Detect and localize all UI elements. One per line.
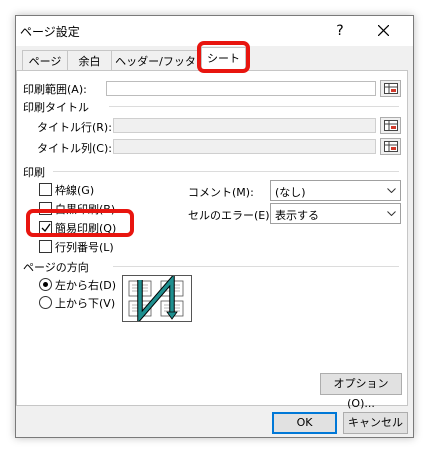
dialog-title: ページ設定 <box>20 25 80 39</box>
comments-dropdown-button[interactable] <box>383 181 400 200</box>
print-titles-heading: 印刷タイトル <box>23 101 89 114</box>
comments-value: (なし) <box>275 186 306 199</box>
chevron-down-icon <box>387 188 396 193</box>
page-order-preview <box>122 272 192 325</box>
black-white-checkbox[interactable] <box>39 202 52 215</box>
comments-label: コメント(M): <box>188 186 254 199</box>
draft-quality-checkbox[interactable] <box>39 221 52 234</box>
title-rows-label: タイトル行(R): <box>37 121 112 134</box>
tab-margins[interactable]: 余白 <box>67 50 112 71</box>
over-then-down-label[interactable]: 上から下(V) <box>55 295 115 311</box>
page-order-preview-icon <box>128 272 184 325</box>
ok-button[interactable]: OK <box>272 412 337 434</box>
print-divider <box>53 171 399 172</box>
close-button[interactable] <box>370 20 396 42</box>
cell-errors-select[interactable]: 表示する <box>270 203 401 224</box>
tab-bar: ページ 余白 ヘッダー/フッター シート <box>16 47 413 72</box>
down-then-over-radio[interactable] <box>39 278 52 291</box>
row-col-headings-label[interactable]: 行列番号(L) <box>55 239 114 255</box>
title-cols-label: タイトル列(C): <box>37 142 112 155</box>
chevron-down-icon <box>387 211 396 216</box>
black-white-label[interactable]: 白黒印刷(B) <box>55 201 115 217</box>
sheet-tab-panel: 印刷範囲(A): 印刷タイトル タイトル行(R): タイトル列(C): 印刷 枠… <box>16 70 408 410</box>
over-then-down-radio[interactable] <box>39 296 52 309</box>
range-select-icon <box>384 120 398 131</box>
cell-errors-label: セルのエラー(E): <box>188 209 274 222</box>
close-icon <box>377 24 389 37</box>
cell-errors-value: 表示する <box>275 209 319 222</box>
print-titles-divider <box>109 106 399 107</box>
gridlines-checkbox[interactable] <box>39 183 52 196</box>
radio-selected-dot <box>43 282 48 287</box>
gridlines-label[interactable]: 枠線(G) <box>55 182 94 198</box>
tab-header-footer[interactable]: ヘッダー/フッター <box>111 50 211 71</box>
title-cols-field[interactable] <box>113 139 376 154</box>
print-area-field[interactable] <box>106 81 376 96</box>
page-setup-dialog: ページ設定 ? ページ 余白 ヘッダー/フッター シート 印刷範囲(A): 印刷… <box>15 15 414 438</box>
print-area-range-button[interactable] <box>380 80 401 97</box>
help-button[interactable]: ? <box>329 20 351 42</box>
title-bar: ページ設定 ? <box>16 16 413 46</box>
title-rows-range-button[interactable] <box>380 117 401 134</box>
range-select-icon <box>384 83 398 94</box>
row-col-headings-checkbox[interactable] <box>39 240 52 253</box>
page-order-divider <box>113 266 399 267</box>
draft-quality-label[interactable]: 簡易印刷(Q) <box>55 220 116 236</box>
print-area-label: 印刷範囲(A): <box>23 83 87 96</box>
down-then-over-label[interactable]: 左から右(D) <box>55 277 116 293</box>
tab-sheet[interactable]: シート <box>201 47 246 72</box>
checkmark-icon <box>41 223 51 233</box>
page-order-heading: ページの方向 <box>23 261 89 274</box>
comments-select[interactable]: (なし) <box>270 180 401 201</box>
cancel-button[interactable]: キャンセル <box>343 412 408 434</box>
range-select-icon <box>384 141 398 152</box>
print-heading: 印刷 <box>23 166 45 179</box>
options-button[interactable]: オプション(O)... <box>320 373 402 410</box>
title-cols-range-button[interactable] <box>380 138 401 155</box>
title-rows-field[interactable] <box>113 118 376 133</box>
cell-errors-dropdown-button[interactable] <box>383 204 400 223</box>
tab-page[interactable]: ページ <box>22 50 68 71</box>
